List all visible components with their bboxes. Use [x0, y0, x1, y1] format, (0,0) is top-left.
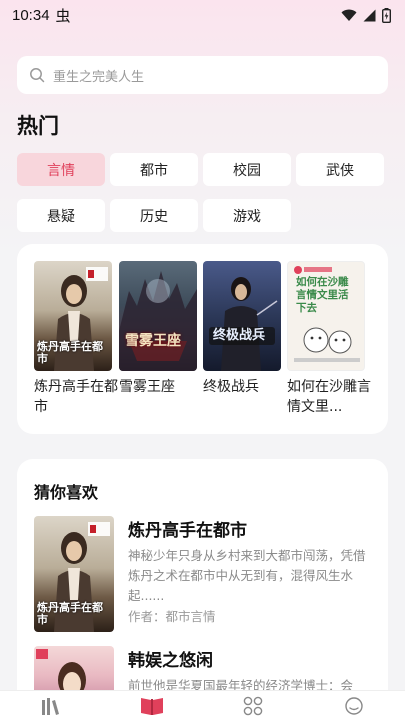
book-cover: 如何在沙雕言情文里活下去 [287, 261, 365, 371]
guess-title: 猜你喜欢 [34, 483, 99, 502]
hot-book-item[interactable]: 如何在沙雕言情文里活下去 如何在沙雕言情文里... [287, 261, 371, 417]
tag-game[interactable]: 游戏 [203, 199, 291, 232]
cover-title: 雪雾王座 [125, 333, 181, 349]
profile-smile-icon [345, 696, 364, 715]
nav-category[interactable] [233, 691, 273, 720]
book-description: 神秘少年只身从乡村来到大都市闯荡，凭借炼丹之术在都市中从无到有，混得风生水起..… [128, 548, 366, 603]
book-title: 炼丹高手在都市 [34, 379, 118, 415]
book-title: 如何在沙雕言情文里... [287, 379, 371, 415]
battery-icon [382, 7, 391, 23]
book-cover: 炼丹高手在都市 [34, 516, 114, 632]
cover-title: 终极战兵 [213, 328, 266, 343]
book-title: 炼丹高手在都市 [128, 521, 247, 541]
hot-books-card: 炼丹高手在都市 炼丹高手在都市 雪雾王座 雪雾王座 终极战兵 终极战兵 如何在沙… [17, 244, 388, 434]
list-item[interactable]: 炼丹高手在都市 炼丹高手在都市 神秘少年只身从乡村来到大都市闯荡，凭借炼丹之术在… [34, 516, 374, 634]
book-title: 终极战兵 [203, 379, 259, 395]
bottom-nav [0, 690, 405, 720]
notification-icon: 虫 [55, 6, 71, 25]
tag-urban[interactable]: 都市 [110, 153, 198, 186]
search-placeholder: 重生之完美人生 [53, 69, 145, 85]
status-icons [341, 7, 391, 23]
book-open-icon [140, 697, 163, 715]
cover-title: 炼丹高手在都市 [37, 601, 103, 626]
book-title: 雪雾王座 [119, 379, 175, 395]
tag-suspense[interactable]: 悬疑 [17, 199, 105, 232]
tag-wuxia[interactable]: 武侠 [296, 153, 384, 186]
genre-tags: 言情 都市 校园 武侠 悬疑 历史 游戏 [17, 153, 385, 232]
book-cover: 炼丹高手在都市 [34, 261, 112, 371]
guess-you-like-card: 猜你喜欢 炼丹高手在都市 炼丹高手在都市 神秘少年只身从乡村来到大都市闯荡，凭借… [17, 459, 388, 720]
tag-campus[interactable]: 校园 [203, 153, 291, 186]
book-author: 作者：都市言情 [128, 609, 216, 624]
search-icon [30, 68, 45, 83]
nav-library[interactable] [132, 691, 172, 720]
book-title: 韩娱之悠闲 [128, 651, 213, 671]
book-cover: 雪雾王座 [119, 261, 197, 371]
status-time: 10:34 [12, 6, 50, 24]
cover-title: 炼丹高手在都市 [37, 340, 103, 365]
hot-book-item[interactable]: 终极战兵 终极战兵 [203, 261, 281, 397]
category-grid-icon [243, 696, 263, 715]
nav-bookshelf[interactable] [31, 691, 71, 720]
tag-romance[interactable]: 言情 [17, 153, 105, 186]
hot-book-item[interactable]: 炼丹高手在都市 炼丹高手在都市 [34, 261, 118, 417]
bookshelf-icon [41, 697, 59, 715]
wifi-icon [341, 9, 357, 21]
signal-icon [363, 9, 376, 21]
cover-title: 如何在沙雕言情文里活下去 [296, 276, 349, 314]
nav-profile[interactable] [334, 691, 374, 720]
book-cover: 终极战兵 [203, 261, 281, 371]
tag-history[interactable]: 历史 [110, 199, 198, 232]
section-title-hot: 热门 [17, 114, 59, 138]
status-bar: 10:34 虫 [0, 0, 405, 30]
search-input[interactable]: 重生之完美人生 [17, 56, 388, 94]
hot-book-item[interactable]: 雪雾王座 雪雾王座 [119, 261, 197, 397]
